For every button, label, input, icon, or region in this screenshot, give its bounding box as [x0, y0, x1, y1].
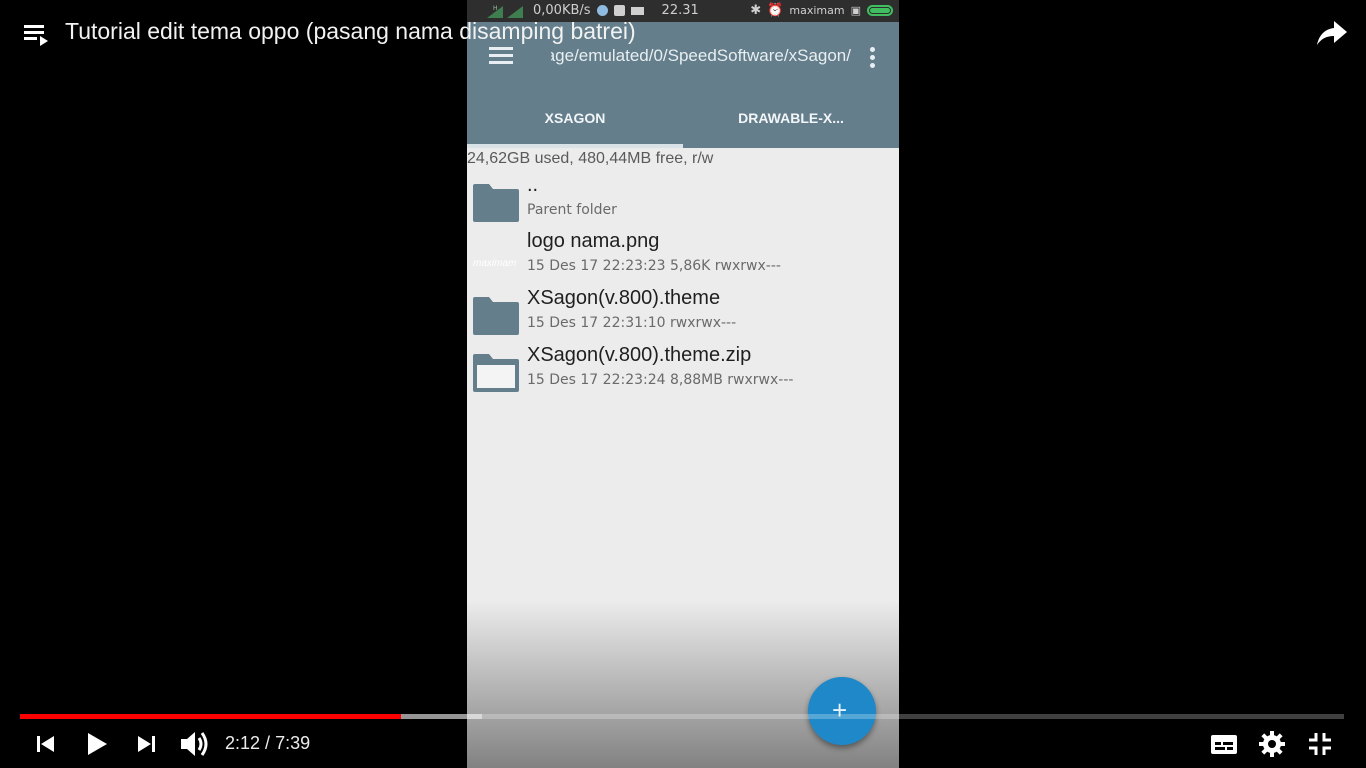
active-tab-indicator	[467, 144, 683, 148]
skip-next-button[interactable]	[132, 726, 162, 762]
file-meta: Parent folder	[527, 202, 617, 218]
alarm-off-icon: ⏰	[767, 3, 784, 18]
file-name: XSagon(v.800).theme.zip	[527, 344, 752, 366]
signal-strength-icon: H	[487, 5, 523, 18]
play-icon	[88, 733, 107, 755]
network-speed: 0,00KB/s	[533, 3, 591, 18]
file-name: logo nama.png	[527, 230, 660, 252]
folder-icon	[473, 184, 519, 222]
status-time: 22.31	[661, 3, 699, 18]
download-icon	[613, 5, 625, 16]
time-display: 2:12 / 7:39	[225, 733, 310, 754]
skip-previous-button[interactable]	[30, 726, 60, 762]
folder-icon	[473, 297, 519, 335]
file-name: XSagon(v.800).theme	[527, 287, 721, 309]
battery-icon	[867, 5, 893, 16]
video-recording-icon	[630, 6, 644, 15]
progress-bar[interactable]	[20, 714, 1344, 719]
file-row-theme-folder[interactable]: XSagon(v.800).theme 15 Des 17 22:31:10 r…	[467, 287, 899, 343]
skip-previous-icon	[37, 736, 54, 752]
file-row-theme-zip[interactable]: XSagon(v.800).theme.zip 15 Des 17 22:23:…	[467, 344, 899, 400]
progress-played	[20, 714, 402, 719]
sync-icon	[596, 5, 608, 16]
subtitles-button[interactable]	[1206, 726, 1242, 762]
exit-fullscreen-button[interactable]	[1302, 726, 1338, 762]
file-meta: 15 Des 17 22:23:24 8,88MB rwxrwx---	[527, 372, 794, 388]
overflow-menu-button[interactable]	[863, 44, 883, 72]
play-button[interactable]	[80, 726, 114, 762]
skip-next-icon	[138, 736, 155, 752]
storage-info: 24,62GB used, 480,44MB free, r/w	[467, 150, 714, 167]
subtitles-icon	[1211, 735, 1237, 754]
playlist-icon[interactable]	[24, 22, 50, 46]
svg-text:H: H	[493, 5, 498, 12]
current-path: /storage/emulated/0/SpeedSoftware/xSagon	[551, 46, 851, 65]
archive-folder-icon	[473, 354, 519, 392]
add-fab-button[interactable]: +	[808, 677, 876, 745]
video-frame[interactable]: H 0,00KB/s 22.31 ✱ ⏰ maximam ▣ /storage/…	[467, 0, 899, 768]
image-thumbnail: maximam	[471, 238, 521, 278]
file-meta: 15 Des 17 22:23:23 5,86K rwxrwx---	[527, 258, 781, 274]
volume-button[interactable]	[176, 726, 214, 762]
tab-drawable[interactable]: DRAWABLE-X...	[683, 98, 899, 148]
carrier-label: maximam	[789, 4, 845, 17]
cast-icon: ▣	[850, 4, 861, 17]
gear-icon	[1259, 731, 1285, 757]
file-row-parent-folder[interactable]: .. Parent folder	[467, 174, 899, 230]
time-current: 2:12	[225, 733, 261, 753]
file-meta: 15 Des 17 22:31:10 rwxrwx---	[527, 315, 737, 331]
settings-button[interactable]	[1254, 726, 1290, 762]
file-name: ..	[527, 174, 539, 196]
bluetooth-icon: ✱	[750, 3, 762, 18]
video-title[interactable]: Tutorial edit tema oppo (pasang nama dis…	[65, 18, 636, 45]
tab-xsagon[interactable]: XSAGON	[467, 98, 683, 148]
time-total: 7:39	[275, 733, 311, 753]
share-icon[interactable]	[1316, 18, 1348, 48]
file-row-logo-nama[interactable]: maximam logo nama.png 15 Des 17 22:23:23…	[467, 230, 899, 286]
time-separator: /	[260, 733, 276, 753]
volume-icon	[181, 732, 208, 756]
thumbnail-text: maximam	[473, 258, 517, 269]
exit-fullscreen-icon	[1309, 733, 1331, 755]
